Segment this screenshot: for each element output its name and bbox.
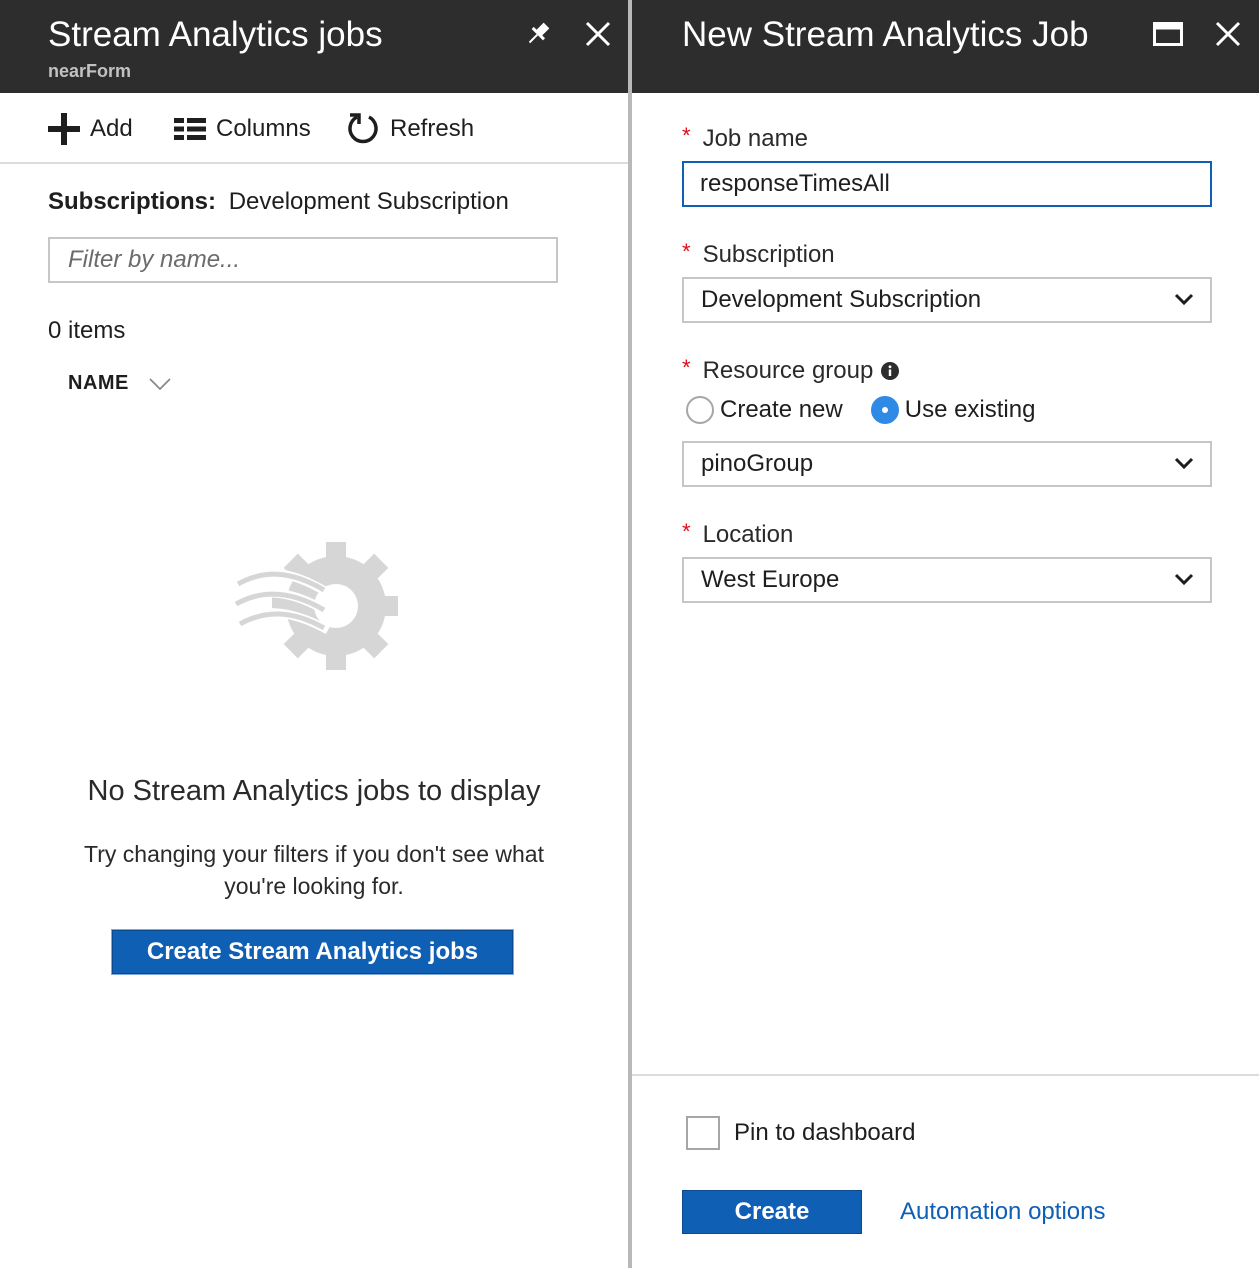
blade-subtitle: nearForm: [48, 61, 132, 81]
location-value: West Europe: [701, 566, 840, 593]
plus-icon: [48, 113, 80, 145]
filter-input[interactable]: [48, 237, 558, 283]
chevron-down-icon: [1174, 573, 1194, 586]
stream-analytics-jobs-blade: Stream Analytics jobs nearForm Add Colum…: [0, 0, 628, 1268]
blade-footer: [632, 1074, 1259, 1268]
add-button[interactable]: Add: [48, 112, 133, 146]
empty-state-message: Try changing your filters if you don't s…: [84, 841, 544, 899]
chevron-down-icon: [1174, 457, 1194, 470]
subscription-value: Development Subscription: [701, 286, 982, 313]
location-label-text: Location: [702, 521, 794, 548]
pin-button[interactable]: [518, 14, 558, 54]
command-bar: Add Columns Refresh: [0, 93, 628, 164]
pin-icon: [528, 22, 550, 44]
maximize-icon: [1153, 22, 1183, 46]
chevron-down-icon: [1174, 293, 1194, 306]
radio-unselected[interactable]: [686, 396, 714, 424]
required-marker: *: [682, 123, 691, 148]
close-button[interactable]: [578, 14, 618, 54]
add-label: Add: [90, 115, 133, 142]
stream-analytics-gear-icon: [228, 542, 398, 670]
subscription-label: * Subscription: [682, 239, 835, 270]
create-new-radio[interactable]: Create new: [686, 396, 843, 424]
job-name-input[interactable]: [682, 161, 1212, 207]
radio-selected[interactable]: [870, 396, 899, 424]
columns-button[interactable]: Columns: [174, 112, 311, 146]
required-marker: *: [682, 239, 691, 264]
refresh-button[interactable]: Refresh: [346, 112, 474, 146]
pin-to-dashboard-label: Pin to dashboard: [734, 1119, 916, 1146]
resource-group-options: Create new Use existing: [686, 396, 1063, 424]
item-count: 0 items: [48, 317, 126, 344]
subscriptions-label: Subscriptions:: [48, 188, 217, 215]
create-new-label: Create new: [720, 396, 843, 423]
pin-to-dashboard-checkbox[interactable]: Pin to dashboard: [686, 1116, 915, 1150]
required-marker: *: [682, 519, 691, 544]
maximize-button[interactable]: [1148, 14, 1188, 54]
location-label: * Location: [682, 519, 794, 550]
resource-group-dropdown[interactable]: pinoGroup: [682, 441, 1212, 487]
subscription-label-text: Subscription: [702, 241, 835, 268]
refresh-label: Refresh: [390, 115, 475, 142]
blade-header: Stream Analytics jobs nearForm: [0, 0, 628, 93]
blade-header: New Stream Analytics Job: [632, 0, 1259, 93]
resource-group-label: * Resource group: [682, 355, 900, 386]
new-stream-analytics-job-blade: New Stream Analytics Job * Job name * Su…: [632, 0, 1259, 1268]
subscription-dropdown[interactable]: Development Subscription: [682, 277, 1212, 323]
location-dropdown[interactable]: West Europe: [682, 557, 1212, 603]
create-stream-analytics-jobs-button[interactable]: Create Stream Analytics jobs: [112, 930, 513, 974]
use-existing-label: Use existing: [904, 396, 1036, 423]
close-icon: [585, 21, 611, 47]
job-name-label: * Job name: [682, 123, 808, 154]
columns-label: Columns: [216, 115, 311, 142]
required-marker: *: [682, 355, 691, 380]
use-existing-radio[interactable]: Use existing: [870, 396, 1036, 424]
resource-group-label-text: Resource group: [702, 357, 874, 384]
resource-group-value: pinoGroup: [701, 450, 814, 477]
create-button[interactable]: Create: [682, 1190, 862, 1234]
blade-title: New Stream Analytics Job: [682, 15, 1089, 54]
blade-title: Stream Analytics jobs: [48, 15, 383, 54]
subscriptions-filter[interactable]: Subscriptions: Development Subscription: [48, 186, 509, 218]
column-header-label: NAME: [68, 372, 129, 394]
close-icon: [1215, 21, 1241, 47]
checkbox-unchecked[interactable]: [686, 1116, 720, 1150]
refresh-icon: [348, 113, 378, 144]
job-name-label-text: Job name: [702, 125, 808, 152]
info-icon[interactable]: [881, 362, 900, 380]
empty-state-title: No Stream Analytics jobs to display: [87, 775, 541, 807]
column-header-name[interactable]: NAME: [68, 372, 171, 395]
chevron-down-icon: [149, 377, 171, 390]
subscriptions-value: Development Subscription: [228, 188, 509, 215]
columns-icon: [174, 118, 206, 140]
close-button[interactable]: [1208, 14, 1248, 54]
automation-options-link[interactable]: Automation options: [900, 1196, 1105, 1228]
